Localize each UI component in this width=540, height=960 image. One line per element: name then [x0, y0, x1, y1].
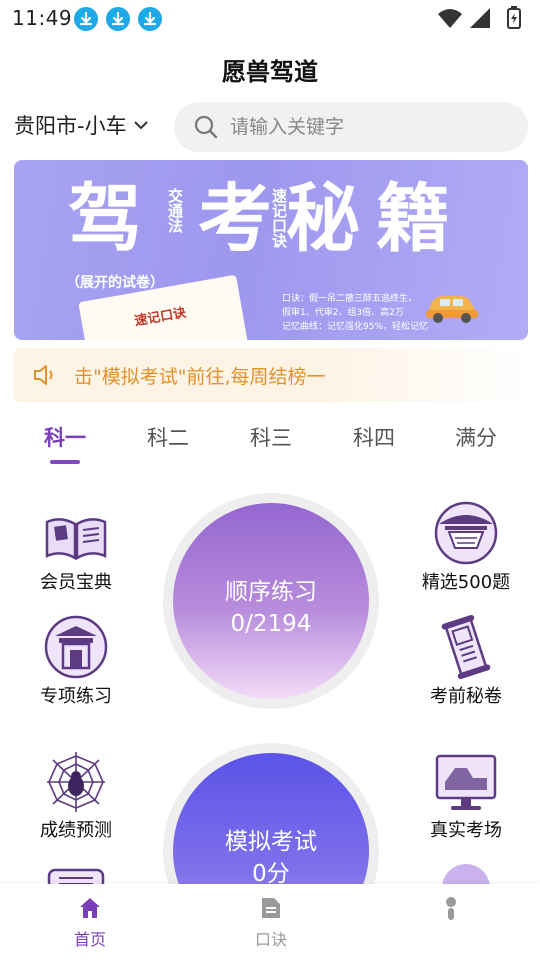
sequential-practice-progress: 0/2194 [230, 611, 312, 637]
download-icon [74, 7, 98, 31]
nav-home[interactable]: 首页 [50, 896, 130, 950]
tab-subject-1[interactable]: 科一 [25, 422, 105, 452]
notice-text: 击"模拟考试"前往,每周结榜一 [74, 366, 326, 388]
city-label: 贵阳市-小车 [14, 114, 127, 138]
pre-exam-secrets-button[interactable]: 考前秘卷 [406, 614, 526, 708]
chevron-down-icon [133, 121, 148, 130]
promo-banner[interactable]: 驾 交通法 考 速记口诀 秘 籍 （展开的试卷） 速记口诀 口诀：假一吊二撤三醉… [14, 160, 528, 340]
nav-mnemonic[interactable]: 口诀 [231, 896, 311, 950]
banner-title-char: 驾 [68, 176, 142, 262]
monitor-icon [435, 754, 497, 810]
temple-gate-icon [44, 615, 108, 679]
real-exam-label: 真实考场 [430, 820, 502, 841]
tab-subject-4[interactable]: 科四 [334, 422, 414, 452]
status-bar: 11:49 [0, 0, 540, 36]
mnemonic-line: 口诀：假一吊二撤三醉五逃终生， [282, 294, 418, 304]
nav-mnemonic-label: 口诀 [254, 930, 287, 949]
city-selector[interactable]: 贵阳市-小车 [14, 110, 149, 140]
sequential-practice-title: 顺序练习 [225, 579, 317, 605]
mnemonic-line: 记忆曲线：记忆强化95%，轻松记忆 [282, 322, 429, 332]
book-icon [47, 868, 105, 884]
tab-subject-2[interactable]: 科二 [128, 422, 208, 452]
more-feature-right[interactable] [406, 862, 526, 884]
banner-title-char: 考 [198, 176, 272, 262]
document-icon [262, 898, 280, 918]
banner-mnemonic: 口诀：假一吊二撤三醉五逃终生， 假审1、代审2、组3倍、高2万 记忆曲线：记忆强… [282, 292, 428, 334]
tab-full-score[interactable]: 满分 [436, 422, 516, 452]
banner-side-text: 交通法 [166, 188, 184, 233]
home-icon [80, 898, 100, 918]
search-icon [194, 115, 218, 139]
mock-exam-title: 模拟考试 [225, 829, 317, 855]
pre-exam-secrets-label: 考前秘卷 [430, 686, 502, 707]
selected-500-label: 精选500题 [421, 572, 511, 593]
search-input[interactable] [230, 102, 510, 152]
signal-icon [470, 8, 490, 28]
more-feature-left[interactable] [16, 862, 136, 884]
special-practice-label: 专项练习 [40, 686, 112, 707]
selected-500-button[interactable]: 精选500题 [406, 500, 526, 594]
person-icon [446, 897, 456, 920]
tab-subject-3[interactable]: 科三 [231, 422, 311, 452]
sequential-practice-button[interactable]: 顺序练习 0/2194 [163, 493, 379, 709]
score-prediction-label: 成绩预测 [40, 820, 112, 841]
speaker-icon [34, 365, 53, 385]
mnemonic-line: 假审1、代审2、组3倍、高2万 [282, 308, 404, 318]
scroll-icon [441, 614, 491, 680]
page-title: 愿兽驾道 [222, 58, 318, 86]
member-guide-label: 会员宝典 [40, 572, 112, 593]
download-icon [106, 7, 130, 31]
subject-tabs: 科一 科二 科三 科四 满分 [0, 418, 540, 468]
banner-title-char: 秘 [286, 176, 360, 262]
nav-home-label: 首页 [73, 930, 106, 949]
download-icon [138, 7, 162, 31]
car-icon [426, 296, 478, 323]
wifi-icon [438, 9, 462, 28]
bottom-nav: 首页 口诀 [0, 884, 540, 960]
score-prediction-button[interactable]: 成绩预测 [16, 750, 136, 842]
member-guide-button[interactable]: 会员宝典 [16, 508, 136, 594]
special-practice-button[interactable]: 专项练习 [16, 614, 136, 708]
status-time: 11:49 [12, 6, 73, 30]
real-exam-button[interactable]: 真实考场 [406, 752, 526, 842]
active-tab-indicator [50, 460, 80, 464]
banner-side-text: 速记口诀 [270, 188, 288, 248]
search-bar[interactable] [174, 102, 528, 152]
nav-profile[interactable] [411, 896, 491, 924]
pavilion-icon [434, 501, 498, 565]
spider-web-icon [47, 752, 105, 812]
status-icons [438, 6, 521, 29]
notice-bar[interactable]: 击"模拟考试"前往,每周结榜一 [14, 348, 528, 402]
banner-title-char: 籍 [376, 176, 450, 262]
open-book-icon [45, 518, 107, 561]
badge-icon [442, 864, 490, 884]
